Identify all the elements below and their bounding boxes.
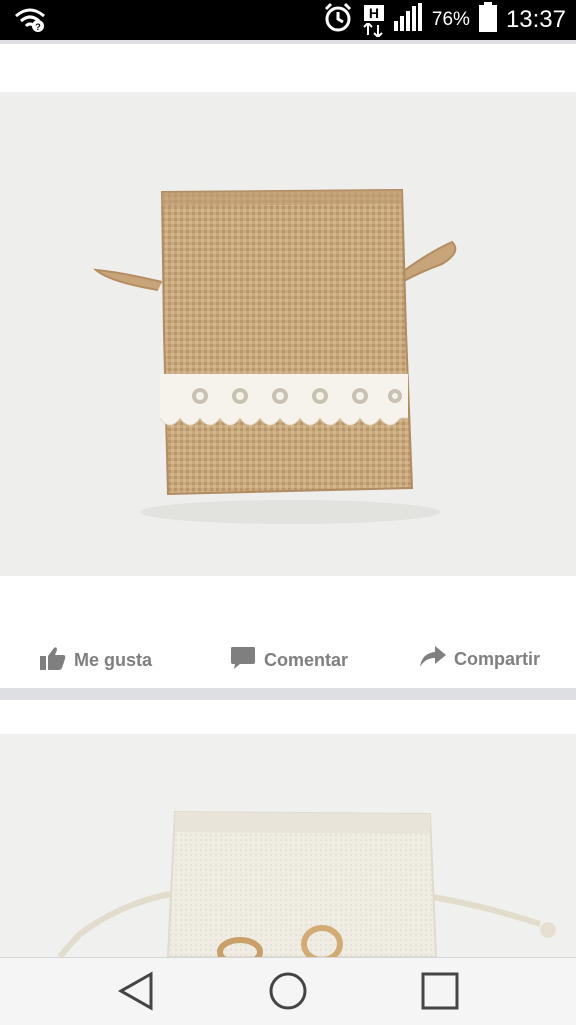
network-type-badge: H bbox=[363, 5, 384, 21]
alarm-icon bbox=[322, 1, 354, 39]
status-bar: ? H 76% 13:37 bbox=[0, 0, 576, 40]
battery-icon bbox=[478, 2, 498, 38]
clock: 13:37 bbox=[505, 6, 566, 33]
burlap-bag-illustration bbox=[92, 188, 457, 524]
comment-button[interactable]: Comentar bbox=[230, 646, 348, 675]
post-card: Me gusta Comentar Compartir bbox=[0, 40, 576, 688]
home-button[interactable] bbox=[265, 968, 311, 1014]
recents-button[interactable] bbox=[417, 968, 463, 1014]
battery-percent: 76% bbox=[431, 9, 470, 30]
share-arrow-icon bbox=[420, 646, 446, 673]
thumbs-up-icon bbox=[40, 646, 66, 675]
back-button[interactable] bbox=[113, 968, 159, 1014]
svg-text:?: ? bbox=[35, 22, 41, 32]
home-icon bbox=[265, 972, 311, 1018]
wifi-icon: ? bbox=[14, 6, 46, 39]
signal-icon bbox=[393, 3, 424, 37]
comment-label: Comentar bbox=[264, 650, 349, 670]
post-card-next bbox=[0, 700, 576, 957]
share-label: Compartir bbox=[454, 649, 541, 669]
card-divider bbox=[0, 40, 576, 44]
linen-bag-illustration bbox=[57, 810, 556, 957]
recents-icon bbox=[417, 972, 463, 1018]
post-actions: Me gusta Comentar Compartir bbox=[0, 636, 576, 688]
share-button[interactable]: Compartir bbox=[420, 646, 540, 673]
back-icon bbox=[113, 971, 159, 1018]
post-separator bbox=[0, 688, 576, 700]
network-icon: H bbox=[362, 3, 386, 37]
like-label: Me gusta bbox=[74, 650, 153, 670]
like-button[interactable]: Me gusta bbox=[40, 646, 152, 675]
post-photo[interactable] bbox=[0, 92, 576, 576]
comment-icon bbox=[230, 646, 256, 675]
navigation-bar bbox=[0, 957, 576, 1025]
post-photo-next[interactable] bbox=[0, 734, 576, 957]
